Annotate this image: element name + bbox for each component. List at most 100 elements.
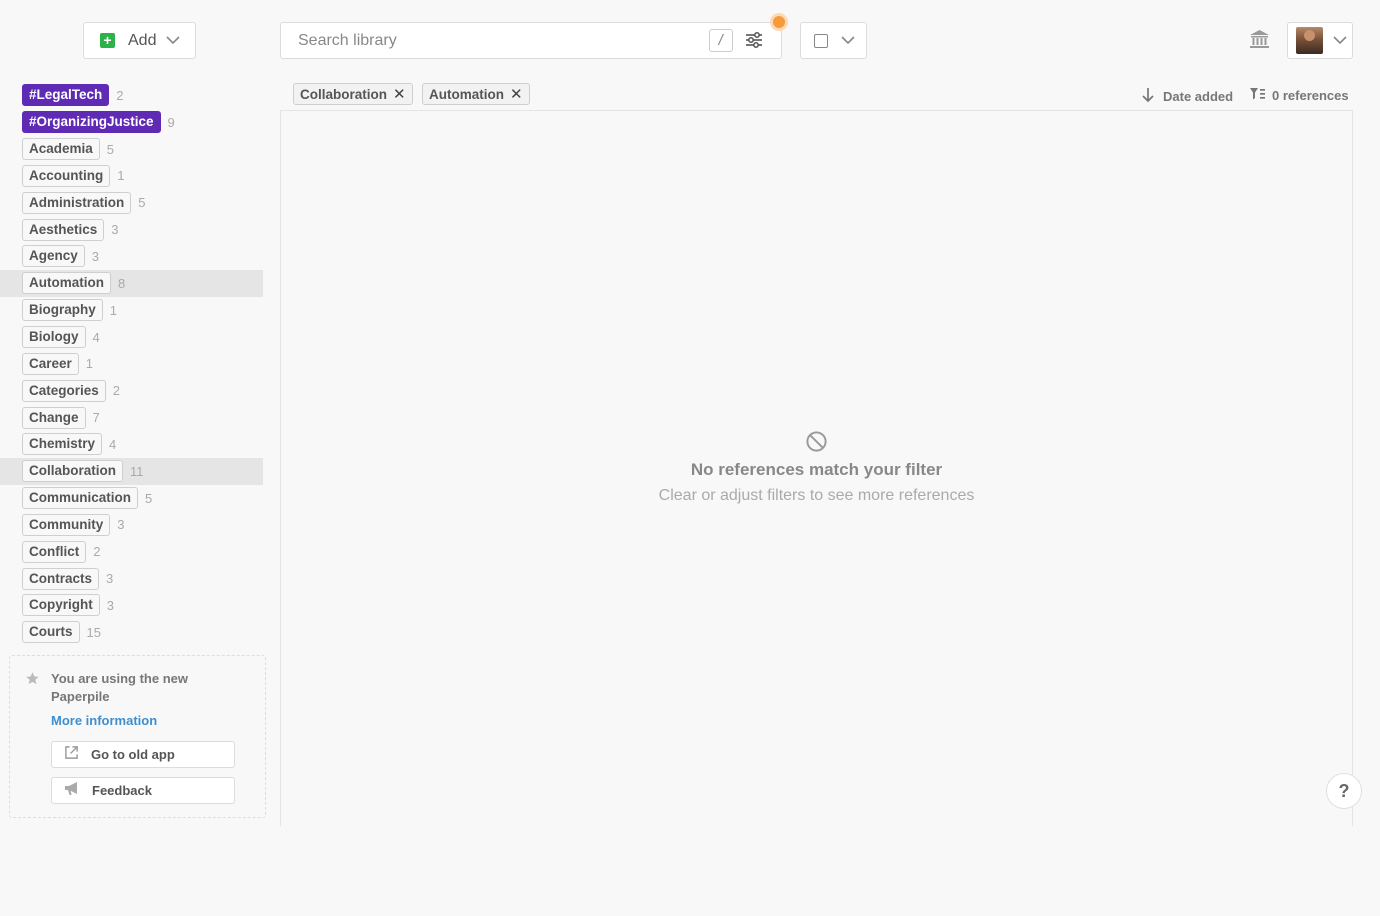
- tag-count: 9: [167, 114, 175, 130]
- go-to-old-app-label: Go to old app: [91, 747, 175, 762]
- filter-chip-label: Collaboration: [300, 86, 387, 102]
- tag-label: Change: [22, 406, 86, 429]
- tag-label: Agency: [22, 245, 85, 268]
- megaphone-icon: [64, 781, 80, 801]
- remove-filter-icon[interactable]: ✕: [393, 85, 406, 103]
- tag-label: Copyright: [22, 594, 100, 617]
- tag-count: 3: [106, 571, 114, 587]
- sidebar-tag-item[interactable]: Contracts 3: [0, 565, 263, 592]
- tag-label: Conflict: [22, 540, 87, 563]
- active-filter-chip[interactable]: Automation ✕: [422, 83, 530, 105]
- avatar: [1296, 27, 1323, 54]
- tag-label: Courts: [22, 621, 80, 644]
- tag-label: #OrganizingJustice: [22, 111, 161, 134]
- help-button[interactable]: ?: [1326, 773, 1362, 809]
- sidebar-tag-item[interactable]: Conflict 2: [0, 538, 263, 565]
- sidebar-tag-item[interactable]: Change 7: [0, 404, 263, 431]
- search-input[interactable]: [281, 23, 701, 58]
- empty-state-title: No references match your filter: [690, 460, 943, 479]
- tag-count: 11: [130, 463, 144, 479]
- reference-count-label: 0 references: [1272, 88, 1349, 103]
- sidebar-tag-item[interactable]: Communication 5: [0, 485, 263, 512]
- tag-label: #LegalTech: [22, 84, 110, 107]
- sidebar-tag-item[interactable]: Copyright 3: [0, 592, 263, 619]
- chevron-down-icon: [841, 32, 855, 50]
- feedback-button[interactable]: Feedback: [51, 777, 235, 804]
- sidebar-tag-item[interactable]: Chemistry 4: [0, 431, 263, 458]
- account-menu-button[interactable]: [1287, 22, 1353, 59]
- tag-count: 15: [86, 624, 101, 640]
- tag-count: 8: [118, 275, 126, 291]
- more-information-link[interactable]: More information: [51, 713, 157, 728]
- sidebar-tag-item[interactable]: #OrganizingJustice 9: [0, 109, 263, 136]
- add-button-label: Add: [128, 31, 157, 49]
- new-app-info-box: You are using the new Paperpile More inf…: [9, 655, 266, 818]
- sidebar-tag-item[interactable]: Academia 5: [0, 136, 263, 163]
- tag-label: Collaboration: [22, 460, 123, 483]
- chevron-down-icon: [1333, 32, 1347, 50]
- sidebar-tag-item[interactable]: Biography 1: [0, 297, 263, 324]
- plus-icon: +: [100, 33, 115, 48]
- sidebar-tag-item[interactable]: Aesthetics 3: [0, 216, 263, 243]
- tag-label: Career: [22, 352, 79, 375]
- go-to-old-app-button[interactable]: Go to old app: [51, 741, 235, 768]
- filter-chip-label: Automation: [429, 86, 504, 102]
- tag-label: Biology: [22, 326, 86, 349]
- sidebar-tag-item[interactable]: Courts 15: [0, 619, 263, 646]
- tag-count: 4: [92, 329, 100, 345]
- tag-count: 5: [106, 141, 115, 157]
- sidebar-tag-item[interactable]: Administration 5: [0, 189, 263, 216]
- sidebar-tag-item[interactable]: Biology 4: [0, 324, 263, 351]
- tag-count: 5: [138, 195, 146, 211]
- tag-count: 4: [109, 436, 117, 452]
- tag-count: 3: [106, 597, 114, 613]
- library-icon[interactable]: [1249, 29, 1270, 54]
- tag-count: 1: [109, 302, 117, 318]
- tag-count: 1: [117, 168, 125, 184]
- sidebar-tag-item[interactable]: Accounting 1: [0, 163, 263, 190]
- search-bar: /: [280, 22, 782, 59]
- remove-filter-icon[interactable]: ✕: [510, 85, 523, 103]
- tag-label: Community: [22, 513, 111, 536]
- chevron-down-icon: [166, 32, 181, 50]
- tag-label: Communication: [22, 487, 139, 510]
- tag-count: 5: [145, 490, 153, 506]
- empty-state-subtitle: Clear or adjust filters to see more refe…: [658, 487, 975, 504]
- sidebar-tag-item[interactable]: Automation 8: [0, 269, 263, 297]
- add-button[interactable]: + Add: [83, 22, 196, 59]
- tag-count: 7: [92, 410, 100, 426]
- search-options-icon[interactable]: [745, 32, 763, 53]
- tag-count: 2: [93, 544, 101, 560]
- sidebar-tag-item[interactable]: Career 1: [0, 350, 263, 377]
- tag-label: Administration: [22, 191, 132, 214]
- active-filter-chip[interactable]: Collaboration ✕: [293, 83, 413, 105]
- star-icon: [25, 671, 40, 691]
- sidebar-tag-item[interactable]: #LegalTech 2: [0, 82, 263, 109]
- sidebar-tag-item[interactable]: Community 3: [0, 512, 263, 539]
- sort-button[interactable]: Date added: [1141, 87, 1233, 106]
- tag-label: Biography: [22, 299, 103, 322]
- tag-count: 3: [111, 222, 119, 238]
- new-app-message: You are using the new Paperpile: [51, 671, 189, 704]
- tag-label: Contracts: [22, 567, 100, 590]
- tag-label: Automation: [22, 272, 111, 295]
- tag-label: Categories: [22, 379, 106, 402]
- sidebar-tag-item[interactable]: Collaboration 11: [0, 457, 263, 485]
- reference-count[interactable]: 0 references: [1249, 87, 1349, 104]
- sidebar-tag-item[interactable]: Categories 2: [0, 377, 263, 404]
- checkbox-icon: [814, 33, 828, 48]
- tag-count: 3: [91, 248, 100, 264]
- references-panel: No references match your filter Clear or…: [280, 110, 1353, 826]
- tag-count: 3: [117, 517, 125, 533]
- notification-dot[interactable]: [770, 13, 788, 31]
- arrow-down-icon: [1141, 87, 1155, 106]
- sidebar-tag-item[interactable]: Agency 3: [0, 243, 263, 270]
- tag-label: Chemistry: [22, 433, 103, 456]
- select-all-button[interactable]: [800, 22, 867, 59]
- external-link-icon: [64, 745, 79, 765]
- tag-count: 1: [85, 356, 94, 372]
- shortcut-hint: /: [709, 29, 733, 52]
- feedback-label: Feedback: [92, 783, 152, 798]
- tag-count: 2: [112, 383, 121, 399]
- filter-list-icon: [1249, 87, 1266, 104]
